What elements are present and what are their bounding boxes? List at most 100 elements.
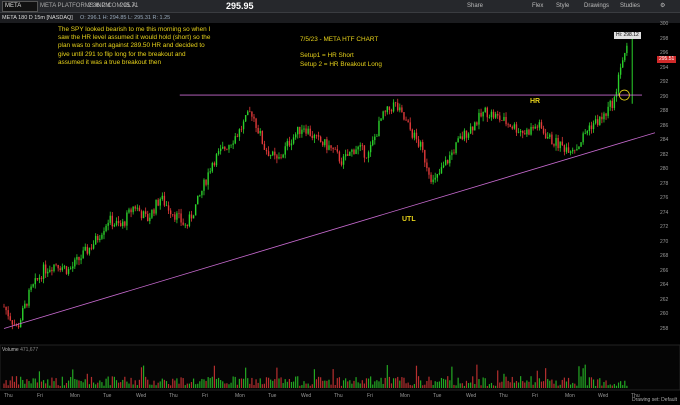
volume-bar — [78, 380, 80, 388]
volume-bar — [549, 380, 551, 388]
candle-body — [507, 124, 509, 125]
candle-body — [340, 161, 343, 165]
volume-bar — [551, 379, 553, 388]
candle-body — [457, 138, 459, 143]
volume-bar — [209, 378, 211, 388]
candle-body — [461, 136, 464, 140]
candle-body — [622, 60, 624, 68]
candle-body — [280, 157, 282, 158]
volume-bar — [255, 379, 257, 388]
candle-body — [134, 206, 136, 209]
candle-body — [569, 151, 572, 153]
volume-bar — [240, 378, 243, 388]
volume-bar — [13, 381, 16, 388]
volume-bar — [134, 380, 136, 388]
volume-bar — [380, 377, 382, 388]
candle-body — [297, 126, 299, 135]
right-annotation: 7/5/23 - META HTF CHART Setup1 = HR Shor… — [300, 36, 382, 68]
candle-body — [311, 135, 314, 139]
candle-body — [242, 121, 245, 130]
candle-body — [503, 116, 505, 121]
x-tick-label: Wed — [136, 393, 147, 399]
y-tick-label: 270 — [660, 238, 669, 245]
candle-body — [34, 278, 36, 285]
x-tick-label: Wed — [598, 393, 609, 399]
volume-bar — [130, 377, 132, 388]
volume-bar — [107, 376, 109, 388]
volume-bar — [574, 383, 576, 388]
volume-bar — [342, 380, 345, 388]
candle-body — [103, 231, 105, 235]
candle-body — [313, 135, 316, 139]
candle-body — [517, 132, 520, 133]
candle-body — [361, 145, 364, 146]
volume-bar — [372, 384, 374, 388]
volume-bar — [274, 379, 276, 388]
candle-body — [419, 142, 422, 147]
volume-bar — [470, 382, 472, 388]
volume-bar — [163, 379, 166, 388]
volume-bar — [170, 385, 172, 388]
candle-body — [107, 222, 109, 226]
candle-body — [140, 211, 143, 219]
volume-bar — [590, 377, 593, 388]
candle-body — [542, 128, 545, 134]
volume-bar — [434, 381, 436, 388]
candle-body — [480, 112, 482, 117]
y-tick-label: 288 — [660, 108, 669, 114]
candle-body — [122, 221, 124, 227]
candle-body — [305, 128, 307, 134]
volume-bar — [103, 385, 105, 388]
volume-bar — [186, 383, 188, 388]
candle-body — [253, 116, 255, 119]
volume-bar — [122, 379, 124, 388]
volume-bar — [259, 378, 261, 388]
candle-body — [255, 118, 257, 128]
volume-bar — [511, 376, 513, 388]
candle-body — [601, 116, 603, 120]
candle-body — [394, 102, 397, 104]
volume-bar — [340, 385, 343, 388]
candle-body — [405, 119, 407, 121]
candle-body — [599, 116, 601, 125]
candle-body — [55, 264, 57, 266]
volume-bar — [605, 380, 607, 388]
volume-bar — [117, 382, 120, 388]
candle-body — [576, 149, 578, 151]
candle-body — [324, 139, 326, 146]
candle-body — [397, 102, 399, 111]
volume-bar — [161, 378, 163, 388]
candle-body — [344, 154, 347, 157]
volume-bar — [176, 378, 178, 388]
candle-body — [501, 120, 503, 121]
volume-bar — [9, 380, 11, 388]
x-tick-label: Thu — [169, 393, 178, 399]
candle-body — [474, 122, 476, 131]
candle-body — [257, 127, 259, 134]
candle-body — [580, 142, 582, 147]
candle-body — [267, 151, 270, 157]
candle-body — [411, 129, 414, 138]
volume-bar — [403, 377, 405, 388]
candle-body — [359, 145, 361, 147]
candle-body — [319, 136, 322, 143]
candle-body — [213, 163, 216, 166]
y-tick-label: 300 — [660, 21, 669, 27]
candle-body — [453, 152, 455, 154]
candle-body — [94, 236, 97, 245]
y-tick-label: 294 — [660, 64, 669, 71]
volume-bar — [201, 378, 203, 388]
volume-bar — [615, 385, 618, 388]
volume-bar — [401, 377, 403, 388]
volume-bar — [349, 380, 351, 388]
candle-body — [407, 120, 409, 123]
volume-bar — [353, 380, 355, 388]
volume-bar — [484, 378, 486, 388]
volume-bar — [63, 385, 66, 388]
candle-body — [557, 137, 559, 149]
volume-title: Volume — [2, 347, 19, 353]
candle-body — [144, 211, 147, 214]
volume-bar — [126, 381, 128, 388]
candle-body — [438, 173, 441, 175]
y-tick-label: 272 — [660, 224, 669, 230]
